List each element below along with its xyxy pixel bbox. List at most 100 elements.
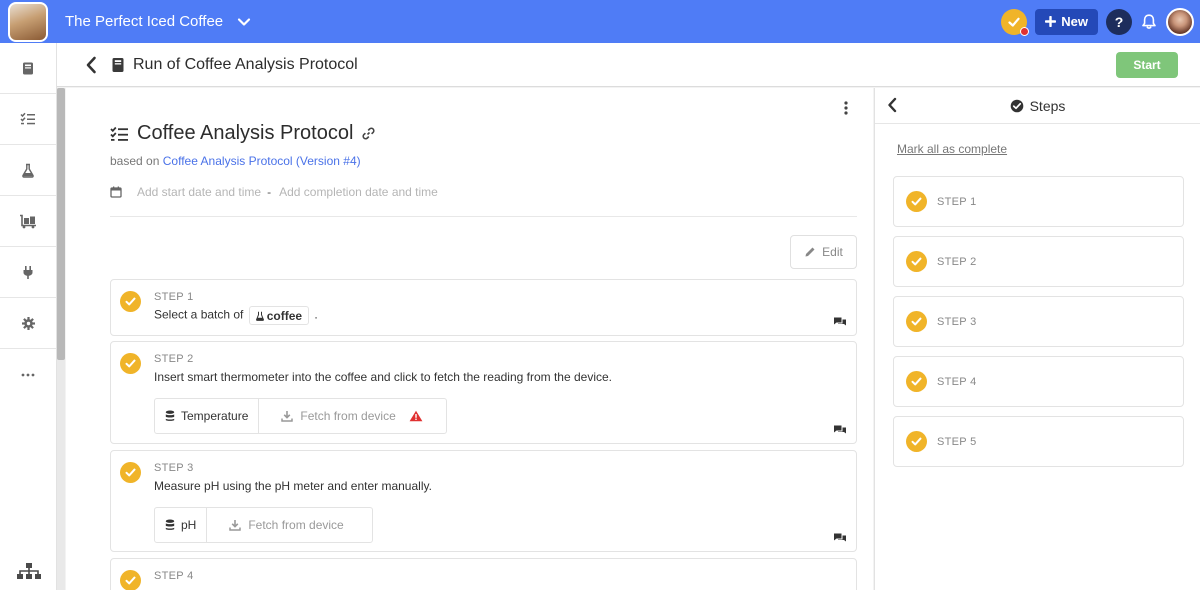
based-on-prefix: based on xyxy=(110,154,160,168)
panel-step-item[interactable]: STEP 3 xyxy=(893,296,1184,347)
nav-item-more[interactable] xyxy=(0,349,56,400)
database-icon xyxy=(165,410,175,421)
edit-button-label: Edit xyxy=(822,245,843,259)
batch-chip[interactable]: coffee xyxy=(248,306,310,325)
step-card: STEP 3 Measure pH using the pH meter and… xyxy=(110,450,857,552)
batch-chip-label: coffee xyxy=(266,308,303,323)
collapse-panel-chevron-icon[interactable] xyxy=(887,97,897,113)
steps-panel-title: Steps xyxy=(1010,97,1066,114)
check-circle-icon xyxy=(1010,99,1023,112)
panel-step-label: STEP 2 xyxy=(937,255,977,268)
sitemap-icon xyxy=(16,563,41,579)
book-icon xyxy=(111,57,125,73)
nav-item-tasks[interactable] xyxy=(0,94,56,145)
notification-dot xyxy=(1020,26,1030,36)
start-date-input[interactable]: Add start date and time xyxy=(137,185,261,199)
new-button[interactable]: New xyxy=(1035,8,1098,35)
step-text-after: . xyxy=(314,307,318,322)
field-name-label: pH xyxy=(181,518,197,532)
protocol-header: Coffee Analysis Protocol xyxy=(110,122,375,145)
field-name-label: Temperature xyxy=(181,409,249,423)
flask-icon xyxy=(22,163,34,178)
comments-icon[interactable] xyxy=(833,532,847,543)
start-button[interactable]: Start xyxy=(1116,52,1178,78)
help-button[interactable]: ? xyxy=(1106,8,1132,35)
more-icon xyxy=(21,373,35,376)
calendar-icon xyxy=(110,186,122,198)
step-card: STEP 1 Select a batch of coffee . xyxy=(110,279,857,336)
field-box: Temperature Fetch from device xyxy=(154,398,447,434)
based-on-text: based on Coffee Analysis Protocol (Versi… xyxy=(110,154,361,168)
check-circle-icon[interactable] xyxy=(120,291,141,312)
flask-icon xyxy=(255,311,264,321)
check-circle-icon[interactable] xyxy=(120,353,141,374)
step-instruction: Insert smart thermometer into the coffee… xyxy=(154,370,613,384)
more-vertical-icon[interactable] xyxy=(836,98,856,118)
project-thumbnail[interactable] xyxy=(8,1,48,42)
date-range: Add start date and time - Add completion… xyxy=(110,185,438,199)
edit-button[interactable]: Edit xyxy=(790,235,857,269)
nav-item-protocols[interactable] xyxy=(0,43,56,94)
check-circle-icon xyxy=(906,191,927,212)
completion-date-input[interactable]: Add completion date and time xyxy=(279,185,438,199)
field-name: Temperature xyxy=(155,399,260,433)
step-label: STEP 2 xyxy=(154,353,194,365)
step-card: STEP 4 xyxy=(110,558,857,590)
step-label: STEP 4 xyxy=(154,570,194,582)
panel-step-item[interactable]: STEP 1 xyxy=(893,176,1184,227)
chevron-down-icon[interactable] xyxy=(237,15,251,29)
main-content: Coffee Analysis Protocol based on Coffee… xyxy=(66,88,873,590)
step-label: STEP 1 xyxy=(154,291,194,303)
protocol-version-link[interactable]: Coffee Analysis Protocol (Version #4) xyxy=(163,154,361,168)
plug-icon xyxy=(23,265,33,279)
check-circle-icon xyxy=(906,251,927,272)
mark-all-complete-link[interactable]: Mark all as complete xyxy=(897,142,1007,156)
panel-step-label: STEP 5 xyxy=(937,435,977,448)
page-header: Run of Coffee Analysis Protocol Start xyxy=(57,43,1200,87)
fetch-from-device-button[interactable]: Fetch from device xyxy=(207,508,355,542)
panel-step-label: STEP 1 xyxy=(937,195,977,208)
warning-icon xyxy=(409,410,423,422)
panel-step-label: STEP 3 xyxy=(937,315,977,328)
avatar[interactable] xyxy=(1166,7,1194,36)
page-title: Run of Coffee Analysis Protocol xyxy=(133,55,358,73)
panel-step-item[interactable]: STEP 5 xyxy=(893,416,1184,467)
plus-icon xyxy=(1045,16,1057,27)
project-title[interactable]: The Perfect Iced Coffee xyxy=(65,13,223,30)
nav-item-structure[interactable] xyxy=(0,558,57,588)
nav-item-devices[interactable] xyxy=(0,247,56,298)
date-separator: - xyxy=(267,185,272,199)
pencil-icon xyxy=(805,247,815,257)
check-circle-icon[interactable] xyxy=(120,462,141,483)
new-button-label: New xyxy=(1061,14,1088,29)
fetch-label: Fetch from device xyxy=(248,518,344,532)
nav-item-inventory[interactable] xyxy=(0,196,56,247)
comments-icon[interactable] xyxy=(833,316,847,327)
panel-step-item[interactable]: STEP 2 xyxy=(893,236,1184,287)
nav-item-experiments[interactable] xyxy=(0,145,56,196)
step-instruction: Measure pH using the pH meter and enter … xyxy=(154,479,432,493)
steps-panel-title-label: Steps xyxy=(1029,97,1066,114)
fetch-label: Fetch from device xyxy=(300,409,396,423)
check-circle-icon[interactable] xyxy=(120,570,141,590)
inventory-icon xyxy=(20,214,36,228)
back-chevron-icon[interactable] xyxy=(85,56,97,74)
protocol-title: Coffee Analysis Protocol xyxy=(137,122,354,144)
download-icon xyxy=(229,520,242,531)
database-icon xyxy=(165,519,175,530)
download-icon xyxy=(281,411,294,422)
fetch-from-device-button[interactable]: Fetch from device xyxy=(259,399,434,433)
tasks-check-icon[interactable] xyxy=(1001,8,1030,36)
step-card: STEP 2 Insert smart thermometer into the… xyxy=(110,341,857,444)
panel-step-label: STEP 4 xyxy=(937,375,977,388)
left-nav xyxy=(0,43,57,590)
panel-step-item[interactable]: STEP 4 xyxy=(893,356,1184,407)
link-icon[interactable] xyxy=(362,127,375,140)
top-bar: The Perfect Iced Coffee New ? xyxy=(0,0,1200,43)
check-circle-icon xyxy=(906,371,927,392)
nav-item-settings[interactable] xyxy=(0,298,56,349)
scrollbar-thumb[interactable] xyxy=(57,88,65,360)
steps-panel: Steps Mark all as complete STEP 1 STEP 2… xyxy=(874,88,1200,590)
comments-icon[interactable] xyxy=(833,424,847,435)
bell-icon[interactable] xyxy=(1140,13,1158,31)
